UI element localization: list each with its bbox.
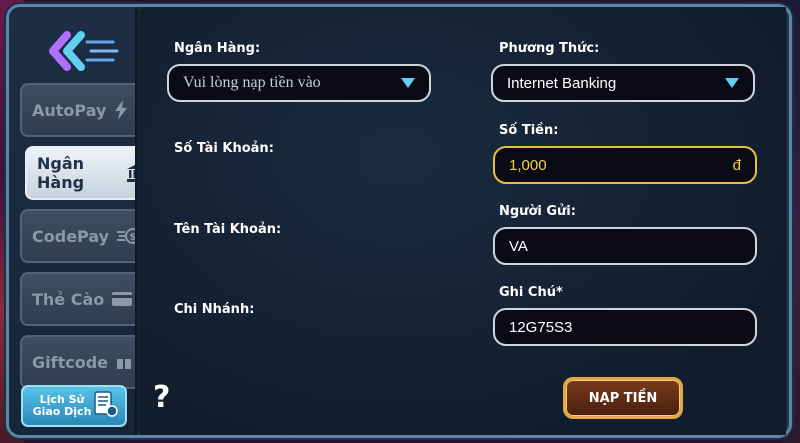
history-label: Lịch Sử Giao Dịch [32,393,92,418]
account-name-label: Tên Tài Khoản: [174,222,282,237]
currency-symbol: đ [732,156,741,174]
lightning-icon [114,100,128,120]
tab-giftcode[interactable]: Giftcode [20,335,135,389]
sidebar: AutoPay Ngân Hàng CodePay $ Thẻ Cào Gift… [9,7,137,435]
tab-ngan-hang[interactable]: Ngân Hàng [25,146,135,200]
dropdown-caret-icon [725,78,739,88]
amount-label: Số Tiền: [499,123,559,138]
double-chevron-left-icon [49,31,119,71]
sender-label: Người Gửi: [499,204,576,219]
tab-label: CodePay [32,226,110,246]
dropdown-caret-icon [401,78,415,88]
transaction-history-button[interactable]: Lịch Sử Giao Dịch [21,385,127,427]
method-select-value: Internet Banking [507,74,617,92]
tab-autopay[interactable]: AutoPay [20,83,135,137]
amount-input[interactable]: 1,000 đ [493,146,757,184]
bank-select[interactable]: Vui lòng nạp tiền vào [167,64,431,102]
tab-the-cao[interactable]: Thẻ Cào [20,272,135,326]
bank-icon [127,164,135,182]
card-icon [112,292,133,306]
tab-label: AutoPay [32,100,107,120]
note-value: 12G75S3 [509,318,573,336]
tab-label: Giftcode [32,352,109,372]
tab-label: Ngân Hàng [37,154,85,192]
note-input[interactable]: 12G75S3 [493,308,757,346]
method-select[interactable]: Internet Banking [491,64,755,102]
bank-select-value: Vui lòng nạp tiền vào [183,74,321,91]
note-label: Ghi Chú* [499,285,563,300]
bank-label: Ngân Hàng: [174,41,261,56]
sender-value: VA [509,237,528,255]
method-label: Phương Thức: [499,41,600,56]
branch-label: Chi Nhánh: [174,302,255,317]
submit-deposit-button[interactable]: NẠP TIỀN [563,377,683,419]
svg-text:$: $ [130,232,137,243]
receipt-icon [93,390,119,423]
sender-input[interactable]: VA [493,227,757,265]
help-button[interactable]: ? [153,380,170,415]
amount-value: 1,000 [509,156,547,174]
coin-icon: $ [117,226,137,246]
back-button[interactable] [49,31,119,71]
tab-codepay[interactable]: CodePay $ [20,209,137,263]
gift-icon [116,354,132,370]
account-number-label: Số Tài Khoản: [174,141,274,156]
tab-label: Thẻ Cào [32,289,105,309]
